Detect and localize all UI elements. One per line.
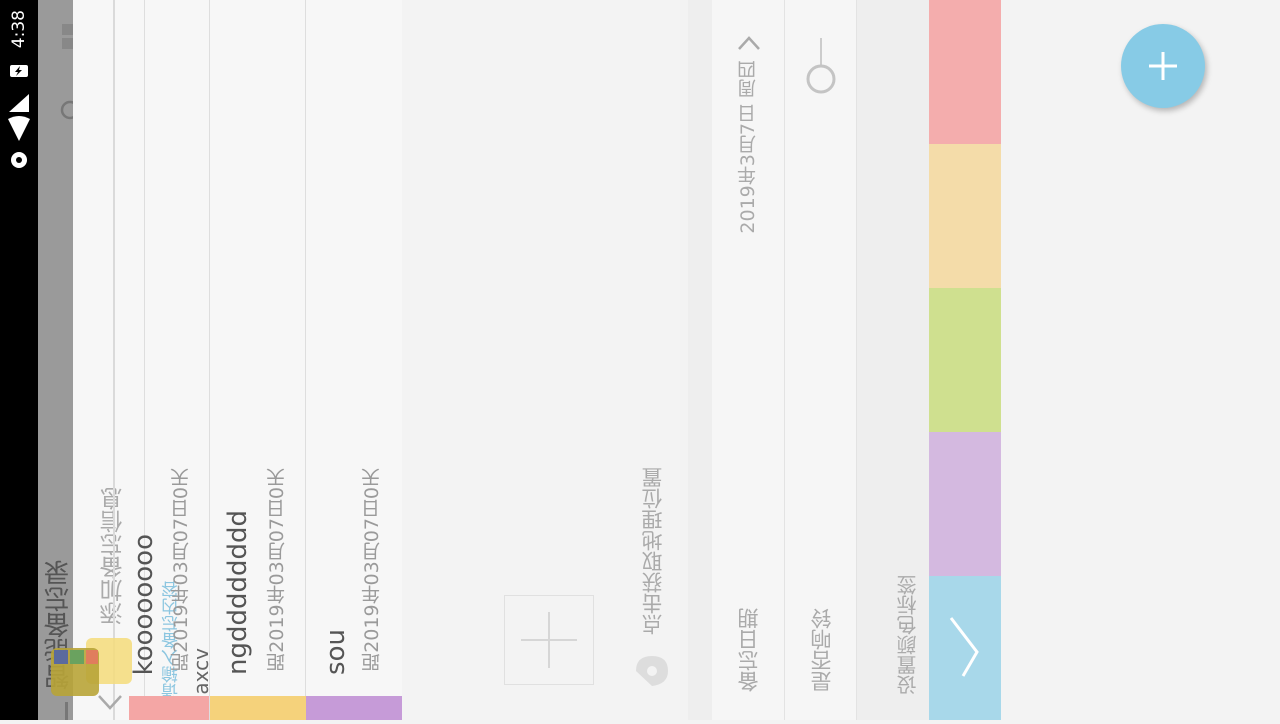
ring-label: 是否响铃 [810,608,834,692]
note-color-bar [306,696,402,720]
location-status-icon [11,152,27,168]
add-icon [521,612,577,668]
ring-toggle-switch[interactable] [803,36,839,98]
color-label-title: 设置颜色标签 [896,575,920,695]
status-time: 4:38 [9,10,29,49]
app-logo-icon [51,638,132,696]
color-swatch-red[interactable] [929,0,1001,144]
list-item[interactable] [306,0,402,720]
note-title: sou [321,629,351,675]
color-swatch-green[interactable] [929,288,1001,432]
battery-charging-icon [10,65,28,77]
ring-setting-row[interactable]: 是否响铃 [785,0,857,720]
color-swatch-blue[interactable] [929,576,1001,720]
location-pin-icon[interactable] [630,652,674,690]
selected-check-icon [949,617,979,677]
add-image-button[interactable] [504,595,594,685]
color-label-row: 设置颜色标签 [857,0,929,720]
image-attach-area: 点击获取地理位置 [402,0,688,720]
color-swatch-purple[interactable] [929,432,1001,576]
date-label: 备忘日期 [737,608,761,692]
cell-signal-icon [9,94,29,112]
color-swatch-yellow[interactable] [929,144,1001,288]
note-color-bar [210,696,306,720]
separator-band [688,0,712,720]
list-item[interactable] [145,0,210,720]
add-note-fab[interactable] [1121,24,1205,108]
wifi-icon [8,116,30,141]
settings-panel: 备忘日期 2019年3月7日 周四 是否响铃 [712,0,857,720]
note-subtitle: 距2019年03月07日0天 [361,468,383,672]
notes-list-panel: 添加备忘信息 请输入备忘内容 axcv koooooooo 距2019年03月0… [73,0,402,720]
note-subtitle: 距2019年03月07日0天 [266,468,288,672]
add-icon [1149,52,1177,80]
date-setting-row[interactable]: 备忘日期 2019年3月7日 周四 [712,0,785,720]
date-value[interactable]: 2019年3月7日 周四 [734,60,761,234]
chevron-up-icon[interactable] [736,34,762,52]
status-bar: 4:38 [0,0,38,720]
note-title: ngdddddddd [223,509,253,675]
get-location-link[interactable]: 点击获取地理位置 [638,467,668,635]
